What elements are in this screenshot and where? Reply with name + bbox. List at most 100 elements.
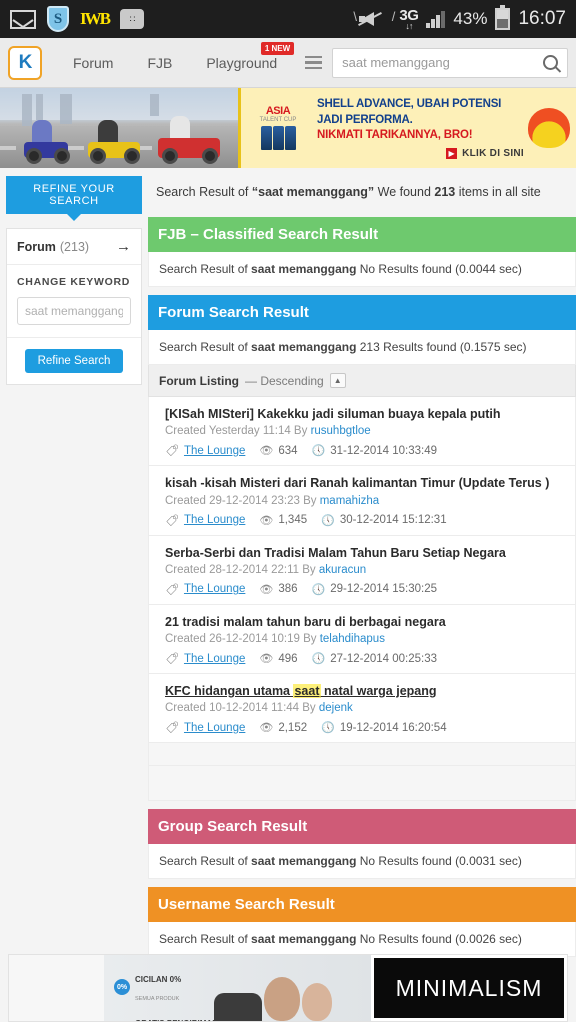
bottom-ad-promos: 0% CICILAN 0% SEMUA PRODUK ✈ GRATIS PENG… — [114, 969, 218, 1021]
thread-title[interactable]: Serba-Serbi dan Tradisi Malam Tahun Baru… — [165, 545, 565, 561]
thread-title[interactable]: KFC hidangan utama saat natal warga jepa… — [165, 683, 565, 699]
thread-created: Created 29-12-2014 23:23 By — [165, 494, 320, 507]
section-fjb: FJB – Classified Search Result Search Re… — [148, 217, 576, 287]
thread-author-link[interactable]: telahdihapus — [320, 633, 385, 645]
thread-date: 30-12-2014 15:12:31 — [339, 514, 447, 526]
thread-title[interactable]: kisah -kisah Misteri dari Ranah kalimant… — [165, 475, 565, 491]
thread-author-link[interactable]: akuracun — [319, 564, 366, 576]
eye-icon: 👁 — [259, 514, 274, 527]
forum-listing-bar: Forum Listing — Descending ▲ — [148, 365, 576, 397]
search-icon[interactable] — [543, 55, 558, 70]
section-subtext-username: Search Result of saat memanggang No Resu… — [148, 922, 576, 958]
ad-brand: ASIA — [265, 105, 291, 117]
sub-prefix: Search Result of — [159, 932, 252, 947]
tag-icon: 🏷 — [165, 653, 179, 665]
listing-sort-label[interactable]: — Descending — [245, 374, 324, 388]
bottom-ad-headline-panel: MINIMALISM — [371, 955, 567, 1021]
clock-icon: 🕔 — [311, 445, 326, 458]
bottom-banner-ad[interactable]: 0% CICILAN 0% SEMUA PRODUK ✈ GRATIS PENG… — [0, 946, 576, 1022]
search-result-summary: Search Result of “saat memanggang” We fo… — [148, 176, 576, 209]
battery-icon — [495, 5, 511, 30]
bottom-ad-inner[interactable]: 0% CICILAN 0% SEMUA PRODUK ✈ GRATIS PENG… — [8, 954, 568, 1022]
thread-row[interactable]: KFC hidangan utama saat natal warga jepa… — [148, 674, 576, 744]
summary-query: “saat memanggang” — [251, 185, 375, 199]
thread-views: 2,152 — [278, 721, 308, 734]
ad-brand-sub: TALENT CUP — [259, 117, 297, 123]
hamburger-menu-icon[interactable] — [300, 55, 326, 70]
refine-search-button[interactable]: Refine Search — [24, 349, 124, 373]
tag-icon: 🏷 — [165, 583, 179, 596]
tag-icon: 🏷 — [165, 514, 179, 527]
section-forum: Forum Search Result Search Result of saa… — [148, 295, 576, 802]
sidebar-forum-count: (213) — [59, 239, 90, 254]
section-title-forum: Forum Search Result — [148, 295, 576, 330]
tag-icon: 🏷 — [165, 445, 179, 458]
promo-text-block: GRATIS PENGIRIMAN SELURUH INDONESIA — [135, 1013, 218, 1021]
eye-icon: 👁 — [259, 583, 274, 596]
refine-your-search-tab[interactable]: REFINE YOUR SEARCH — [6, 176, 142, 214]
nav-label: Playground — [206, 54, 278, 71]
play-icon: ▶ — [446, 147, 458, 159]
thread-footer: 🏷 The Lounge 👁 496 🕔 27-12-2014 00:25:33 — [165, 652, 565, 666]
section-username: Username Search Result Search Result of … — [148, 887, 576, 958]
thread-views: 496 — [278, 652, 298, 665]
summary-count: 213 — [434, 185, 456, 199]
thread-footer: 🏷 The Lounge 👁 634 🕔 31-12-2014 10:33:49 — [165, 444, 565, 458]
thread-meta: Created 26-12-2014 10:19 By telahdihapus — [165, 633, 565, 645]
nav-item-forum[interactable]: Forum — [56, 55, 130, 71]
section-subtext-group: Search Result of saat memanggang No Resu… — [148, 844, 576, 880]
shell-advance-ad[interactable]: ASIA TALENT CUP SHELL ADVANCE, UBAH POTE… — [238, 88, 576, 168]
search-bar[interactable] — [332, 47, 568, 78]
sub-query: saat memanggang — [251, 262, 357, 276]
thread-title[interactable]: 21 tradisi malam tahun baru di berbagai … — [165, 614, 565, 630]
status-bar-right-icons: \/ 3G ↓↑ 43% 16:07 — [353, 5, 566, 31]
thread-meta: Created 10-12-2014 11:44 By dejenk — [165, 702, 565, 714]
thread-created: Created 10-12-2014 11:44 By — [165, 702, 319, 715]
promo-title: CICILAN 0% — [135, 975, 182, 984]
search-term-highlight: saat — [293, 684, 321, 698]
thread-author-link[interactable]: mamahizha — [320, 495, 379, 507]
chevron-up-icon[interactable]: ▲ — [329, 373, 346, 388]
sidebar-item-forum[interactable]: Forum (213) → — [7, 229, 141, 265]
network-type-icon: 3G ↓↑ — [399, 6, 419, 31]
kaskus-logo[interactable]: K — [8, 45, 42, 80]
ad-cta-button[interactable]: ▶ KLIK DI SINI — [317, 147, 524, 159]
new-badge: 1 NEW — [260, 41, 295, 55]
thread-title-part-1: KFC hidangan utama — [165, 684, 294, 698]
promo-text-block: CICILAN 0% SEMUA PRODUK — [135, 969, 181, 1005]
phone-screen: S IWB ∷ \/ 3G ↓↑ 43% 16:07 K Forum FJB 1… — [0, 0, 576, 1024]
thread-row[interactable]: Serba-Serbi dan Tradisi Malam Tahun Baru… — [148, 535, 576, 605]
nav-item-fjb[interactable]: FJB — [130, 55, 189, 71]
thread-author-link[interactable]: dejenk — [319, 702, 353, 714]
main-navigation: Forum FJB 1 NEW Playground — [56, 41, 295, 71]
top-banner-ad[interactable]: ASIA TALENT CUP SHELL ADVANCE, UBAH POTE… — [0, 88, 576, 168]
nav-label: Forum — [73, 54, 114, 71]
thread-author-link[interactable]: rusuhbgtloe — [311, 425, 371, 437]
thread-row[interactable]: [KISah MISteri] Kakekku jadi siluman bua… — [148, 397, 576, 467]
battery-percent-label: 43% — [453, 9, 488, 28]
thread-row[interactable]: 21 tradisi malam tahun baru di berbagai … — [148, 604, 576, 674]
thread-category-link[interactable]: The Lounge — [184, 514, 245, 526]
sub-suffix: No Results found (0.0044 sec) — [356, 262, 522, 276]
change-keyword-section: CHANGE KEYWORD — [7, 265, 141, 338]
nav-item-playground[interactable]: 1 NEW Playground — [189, 41, 295, 71]
ad-line-2: JADI PERFORMA. — [317, 113, 413, 126]
status-bar: S IWB ∷ \/ 3G ↓↑ 43% 16:07 — [0, 0, 576, 38]
clock-icon: 🕔 — [321, 722, 335, 735]
thread-created: Created 28-12-2014 22:11 By — [165, 563, 319, 576]
thread-category-link[interactable]: The Lounge — [184, 583, 245, 595]
thread-created: Created Yesterday 11:14 By — [165, 425, 311, 438]
status-bar-left-icons: S IWB ∷ — [10, 6, 144, 32]
change-keyword-input[interactable] — [17, 297, 131, 325]
eye-icon: 👁 — [259, 445, 274, 458]
thread-title[interactable]: [KISah MISteri] Kakekku jadi siluman bua… — [165, 406, 565, 422]
thread-category-link[interactable]: The Lounge — [184, 445, 245, 457]
search-input[interactable] — [342, 55, 539, 70]
section-title-username: Username Search Result — [148, 887, 576, 923]
thread-row[interactable]: kisah -kisah Misteri dari Ranah kalimant… — [148, 466, 576, 536]
thread-category-link[interactable]: The Lounge — [184, 722, 245, 734]
thread-category-link[interactable]: The Lounge — [184, 653, 245, 665]
mail-icon — [10, 9, 36, 29]
main-content: Search Result of “saat memanggang” We fo… — [148, 168, 576, 958]
asia-talent-cup-logo: ASIA TALENT CUP — [249, 106, 307, 150]
